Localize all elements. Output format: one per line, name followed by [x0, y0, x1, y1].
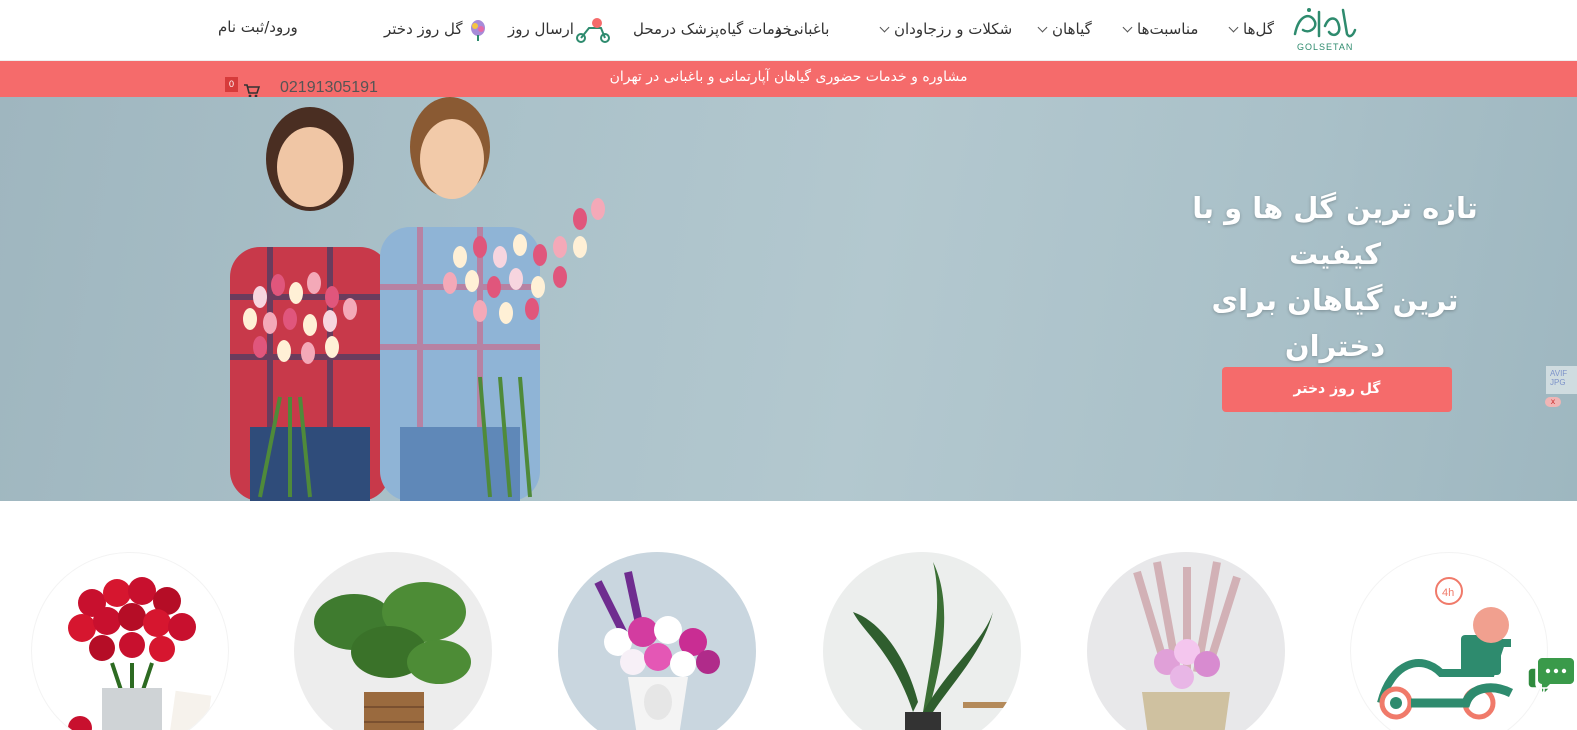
plant-image: [853, 562, 1013, 730]
nav-label: ارسال روز: [508, 20, 574, 38]
cart-count-badge: 0: [225, 77, 238, 92]
category-delivery-4h[interactable]: 4h: [1350, 552, 1548, 730]
nav-item-same-day[interactable]: ارسال روز: [508, 17, 574, 41]
orchid-head-vase-image: [594, 571, 720, 730]
avif-label: AVIF: [1550, 369, 1568, 378]
orchid-basket-image: [1133, 561, 1241, 730]
nav-label: گیاهان: [1052, 20, 1092, 38]
monstera-plant-image: [314, 582, 471, 730]
nav-item-girls-day[interactable]: گل روز دختر: [384, 17, 463, 41]
delivery-scooter-icon: [576, 18, 610, 43]
nav-label: شکلات و رزجاودان: [894, 20, 1013, 38]
girls-day-button[interactable]: گل روز دختر: [1222, 367, 1452, 412]
logo-text: GOLSETAN: [1297, 42, 1354, 52]
login-register-link[interactable]: ورود/ثبت نام: [218, 18, 298, 36]
category-red-roses[interactable]: [31, 552, 229, 730]
jpg-label: JPG: [1550, 378, 1566, 387]
scooter-delivery-icon: 4h: [1377, 577, 1514, 720]
nav-item-flowers[interactable]: گل‌ها: [1228, 17, 1274, 41]
site-header: GOLSETAN گل‌ها مناسبت‌ها گیاهان شکلات و …: [0, 0, 1577, 61]
red-roses-box-image: [68, 577, 212, 730]
chevron-down-icon: [1037, 22, 1048, 32]
nav-item-plants[interactable]: گیاهان: [1037, 17, 1092, 41]
nav-label: گل روز دختر: [384, 20, 463, 38]
nav-label: خدمات گیاه‌پزشک درمحل: [633, 20, 792, 38]
hero-banner: تازه ترین گل ها و با کیفیت ترین گیاهان ب…: [0, 97, 1577, 501]
flower-bouquet-icon: [471, 20, 485, 41]
hero-title-line: تازه ترین گل ها و با کیفیت: [1192, 191, 1478, 271]
close-icon[interactable]: x: [1545, 397, 1561, 407]
category-bird-of-paradise[interactable]: [823, 552, 1021, 730]
avif-format-badge: AVIF JPG: [1546, 366, 1577, 394]
shopping-cart-icon[interactable]: [244, 84, 260, 98]
category-monstera[interactable]: [294, 552, 492, 730]
category-orchid-vase[interactable]: [558, 552, 756, 730]
nav-label: مناسبت‌ها: [1137, 20, 1199, 38]
nav-item-occasions[interactable]: مناسبت‌ها: [1122, 17, 1199, 41]
category-orchid-basket[interactable]: [1087, 552, 1285, 730]
phone-number[interactable]: 02191305191: [280, 79, 378, 97]
nav-item-chocolate[interactable]: شکلات و رزجاودان: [879, 17, 1013, 41]
hero-girls-tulips-image: [230, 97, 605, 501]
nav-item-plant-doctor[interactable]: خدمات گیاه‌پزشک درمحل: [633, 17, 792, 41]
chevron-down-icon: [1228, 22, 1239, 32]
nav-label: گل‌ها: [1243, 20, 1274, 38]
chevron-down-icon: [879, 22, 890, 32]
chat-support-icon[interactable]: [1528, 654, 1574, 698]
hero-title-line: ترین گیاهان برای دختران: [1211, 283, 1459, 363]
chevron-down-icon: [1122, 22, 1133, 32]
delivery-badge: 4h: [1442, 587, 1454, 599]
